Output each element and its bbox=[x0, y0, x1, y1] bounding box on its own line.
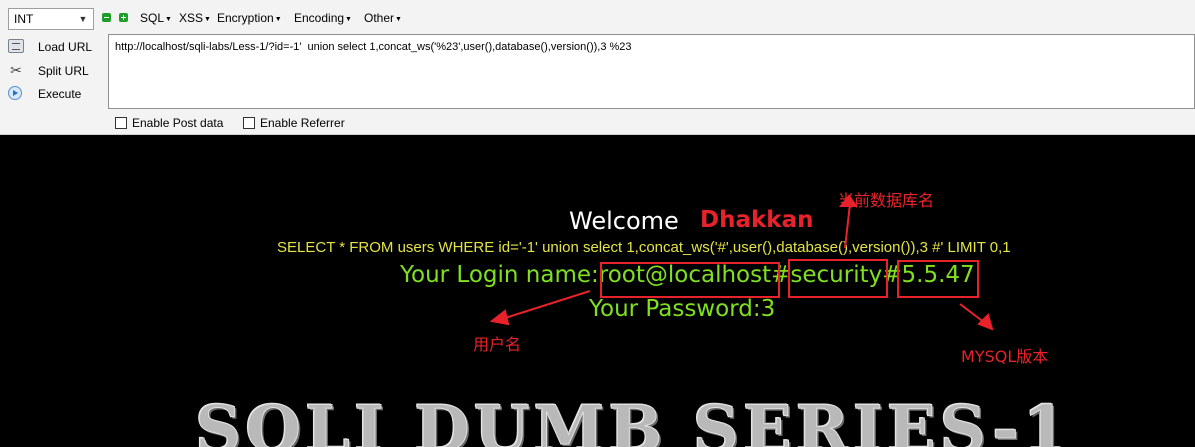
annotation-arrows bbox=[489, 194, 994, 331]
annotation-db-name: 当前数据库名 bbox=[838, 191, 935, 210]
sqli-dumb-series-banner: SQLI DUMB SERIES-1 bbox=[194, 392, 1072, 447]
annotation-user-name: 用户名 bbox=[473, 335, 522, 354]
arrow-head-icon bbox=[489, 309, 510, 326]
annotation-mysql-version: MYSQL版本 bbox=[961, 347, 1049, 366]
arrow-head-icon bbox=[977, 313, 994, 331]
